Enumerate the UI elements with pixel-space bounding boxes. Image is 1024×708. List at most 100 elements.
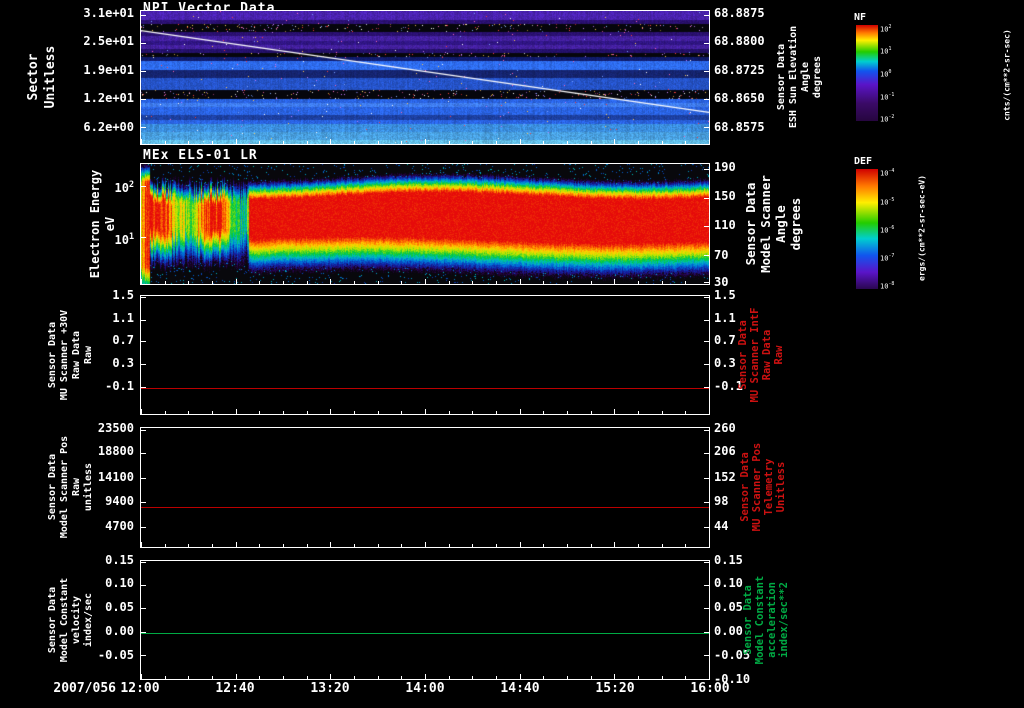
- y-tick-mark: [704, 43, 709, 44]
- axis-label-line: degrees: [788, 197, 803, 251]
- x-tick-mark: [378, 676, 379, 679]
- x-tick-mark: [307, 281, 308, 284]
- y-tick-mark: [141, 562, 146, 563]
- x-tick-mark: [330, 139, 331, 144]
- x-tick-mark: [662, 281, 663, 284]
- left-axis-label-panel-3: Sensor Data Model Scanner Pos Raw unitless: [47, 436, 95, 538]
- y-tick-mark: [704, 341, 709, 342]
- constant-value-line: [141, 507, 709, 508]
- x-axis-label: 15:20: [595, 681, 635, 696]
- x-tick-mark: [330, 279, 331, 284]
- axis-label-line: Angle: [773, 205, 788, 243]
- x-tick-mark: [709, 279, 710, 284]
- def-colorbar-title: DEF: [854, 156, 873, 167]
- x-tick-mark: [212, 141, 213, 144]
- x-tick-mark: [496, 544, 497, 547]
- y-tick-mark: [141, 585, 146, 586]
- y-tick-label: 68.8800: [714, 34, 765, 49]
- y-tick-label: 0.15: [105, 552, 134, 567]
- x-tick-mark: [307, 544, 308, 547]
- x-tick-mark: [212, 544, 213, 547]
- axis-label-line: Raw: [71, 477, 82, 497]
- y-tick-label: 0.15: [714, 552, 743, 567]
- x-tick-mark: [283, 676, 284, 679]
- x-tick-mark: [662, 141, 663, 144]
- y-tick-mark: [704, 71, 709, 72]
- x-tick-mark: [567, 676, 568, 679]
- x-tick-mark: [543, 544, 544, 547]
- x-tick-mark: [259, 676, 260, 679]
- x-tick-mark: [496, 411, 497, 414]
- x-tick-mark: [188, 411, 189, 414]
- x-tick-mark: [212, 411, 213, 414]
- x-tick-mark: [259, 411, 260, 414]
- y-tick-mark: [141, 632, 146, 633]
- x-tick-mark: [330, 409, 331, 414]
- y-tick-mark: [704, 608, 709, 609]
- x-tick-mark: [354, 411, 355, 414]
- axis-label-line: Angle: [800, 61, 811, 93]
- y-tick-mark: [141, 430, 146, 431]
- y-tick-label: 23500: [97, 421, 134, 436]
- x-tick-mark: [259, 281, 260, 284]
- axis-label-line: Model Constant: [754, 575, 766, 665]
- x-tick-mark: [685, 544, 686, 547]
- x-tick-mark: [330, 542, 331, 547]
- axis-label-line: unitless: [83, 462, 94, 512]
- axis-label-line: Telemetry: [763, 458, 775, 516]
- x-tick-mark: [591, 676, 592, 679]
- y-tick-mark: [704, 297, 709, 298]
- y-tick-mark: [704, 453, 709, 454]
- colorbar-tick-label: 10-6: [880, 224, 895, 235]
- y-tick-mark: [141, 453, 146, 454]
- y-tick-mark: [704, 99, 709, 100]
- x-tick-mark: [378, 411, 379, 414]
- x-tick-mark: [378, 544, 379, 547]
- x-axis-label: 12:40: [215, 681, 255, 696]
- colorbar-tick-label: 100: [880, 69, 892, 79]
- y-tick-mark: [141, 478, 146, 479]
- x-tick-mark: [307, 141, 308, 144]
- x-tick-mark: [283, 281, 284, 284]
- x-tick-mark: [425, 279, 426, 284]
- colorbar-tick-label: 10-1: [880, 91, 895, 101]
- x-tick-mark: [614, 542, 615, 547]
- x-tick-mark: [591, 411, 592, 414]
- y-tick-label: 260: [714, 421, 736, 436]
- axis-label-line: Sensor Data: [47, 453, 58, 521]
- nf-colorbar-title: NF: [854, 12, 867, 23]
- y-tick-label: 30: [714, 274, 729, 289]
- x-tick-mark: [165, 544, 166, 547]
- axis-label-line: Raw Data: [761, 329, 773, 381]
- right-axis-label-panel-2: Sensor Data MU Scanner IntF Raw Data Raw: [737, 308, 785, 403]
- x-tick-mark: [567, 544, 568, 547]
- x-tick-mark: [236, 542, 237, 547]
- x-tick-mark: [449, 544, 450, 547]
- multi-panel-time-series-plot: NPI Vector Data MEx ELS-01 LR 3.1e+01 2.5…: [0, 0, 1024, 708]
- x-tick-mark: [236, 409, 237, 414]
- x-tick-mark: [401, 141, 402, 144]
- x-tick-mark: [188, 676, 189, 679]
- x-tick-mark: [662, 676, 663, 679]
- y-tick-mark: [141, 127, 146, 128]
- axis-label-line: ESH Sun Elevation: [788, 25, 799, 129]
- x-tick-mark: [520, 139, 521, 144]
- y-tick-mark: [141, 43, 146, 44]
- y-tick-mark: [704, 127, 709, 128]
- y-tick-label: 1.9e+01: [83, 62, 134, 77]
- x-tick-mark: [165, 676, 166, 679]
- y-tick-mark: [141, 527, 146, 528]
- x-tick-mark: [141, 542, 142, 547]
- x-tick-mark: [614, 674, 615, 679]
- y-tick-mark: [141, 364, 146, 365]
- x-tick-mark: [212, 676, 213, 679]
- x-tick-mark: [472, 281, 473, 284]
- x-axis-label: 12:00: [120, 681, 160, 696]
- x-tick-mark: [212, 281, 213, 284]
- x-tick-mark: [259, 141, 260, 144]
- x-tick-mark: [188, 141, 189, 144]
- axis-label-line: Sensor Data: [743, 182, 758, 266]
- y-tick-mark: [704, 320, 709, 321]
- y-tick-mark: [141, 655, 146, 656]
- x-tick-mark: [141, 279, 142, 284]
